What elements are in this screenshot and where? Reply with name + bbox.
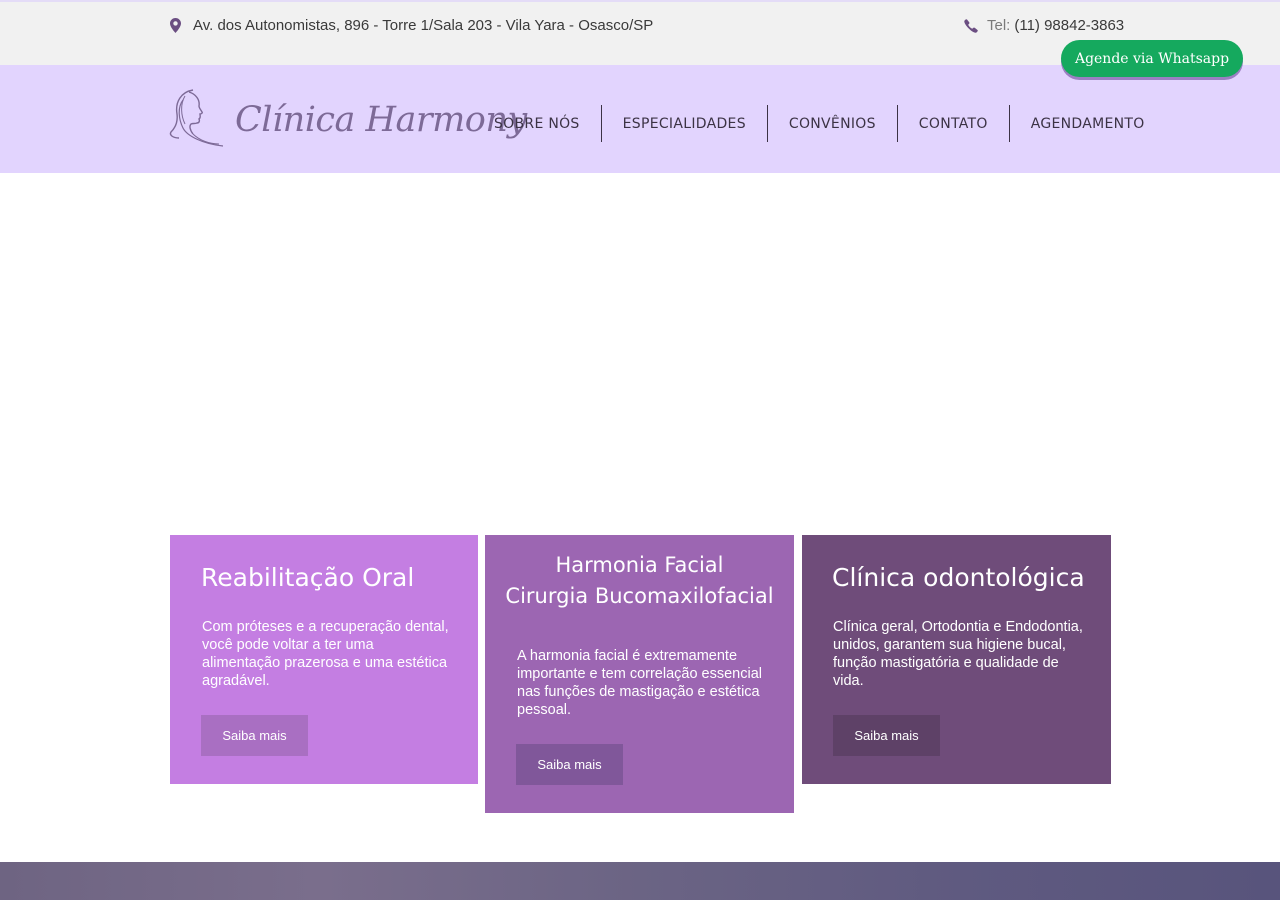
card-harmonia-facial: Harmonia Facial Cirurgia Bucomaxilofacia… [485, 535, 794, 813]
bottom-banner-image [0, 862, 1280, 900]
card-title: Reabilitação Oral [201, 563, 415, 592]
card-text: Clínica geral, Ortodontia e Endodontia, … [833, 619, 1083, 689]
map-pin-icon [170, 18, 181, 33]
card-title: Harmonia Facial Cirurgia Bucomaxilofacia… [485, 550, 794, 612]
phone-number[interactable]: (11) 98842-3863 [1014, 17, 1124, 34]
nav-agendamento[interactable]: AGENDAMENTO [1010, 105, 1166, 142]
card-title-line: Cirurgia Bucomaxilofacial [505, 584, 774, 608]
face-profile-icon [169, 89, 224, 147]
nav-sobre-nos[interactable]: SOBRE NÓS [473, 105, 601, 142]
card-text: Com próteses e a recuperação dental, voc… [202, 619, 449, 689]
site-header: Clínica Harmony SOBRE NÓS ESPECIALIDADES… [0, 65, 1280, 173]
phone-label: Tel: [987, 17, 1011, 34]
saiba-mais-button[interactable]: Saiba mais [201, 715, 308, 756]
nav-especialidades[interactable]: ESPECIALIDADES [602, 105, 767, 142]
card-title-line: Harmonia Facial [555, 553, 724, 577]
card-reabilitacao-oral: Reabilitação Oral Com próteses e a recup… [170, 535, 478, 784]
phone-icon [964, 18, 978, 33]
saiba-mais-button[interactable]: Saiba mais [516, 744, 623, 785]
card-text: A harmonia facial é extremamente importa… [517, 648, 763, 718]
nav-contato[interactable]: CONTATO [898, 105, 1009, 142]
address-text: Av. dos Autonomistas, 896 - Torre 1/Sala… [193, 17, 654, 34]
nav-convenios[interactable]: CONVÊNIOS [768, 105, 897, 142]
card-title: Clínica odontológica [832, 563, 1085, 592]
main-nav: SOBRE NÓS ESPECIALIDADES CONVÊNIOS CONTA… [473, 105, 1166, 142]
address: Av. dos Autonomistas, 896 - Torre 1/Sala… [170, 17, 653, 34]
saiba-mais-button[interactable]: Saiba mais [833, 715, 940, 756]
phone[interactable]: Tel: (11) 98842-3863 [964, 17, 1124, 34]
card-clinica-odontologica: Clínica odontológica Clínica geral, Orto… [802, 535, 1111, 784]
whatsapp-schedule-button[interactable]: Agende via Whatsapp [1061, 40, 1243, 77]
